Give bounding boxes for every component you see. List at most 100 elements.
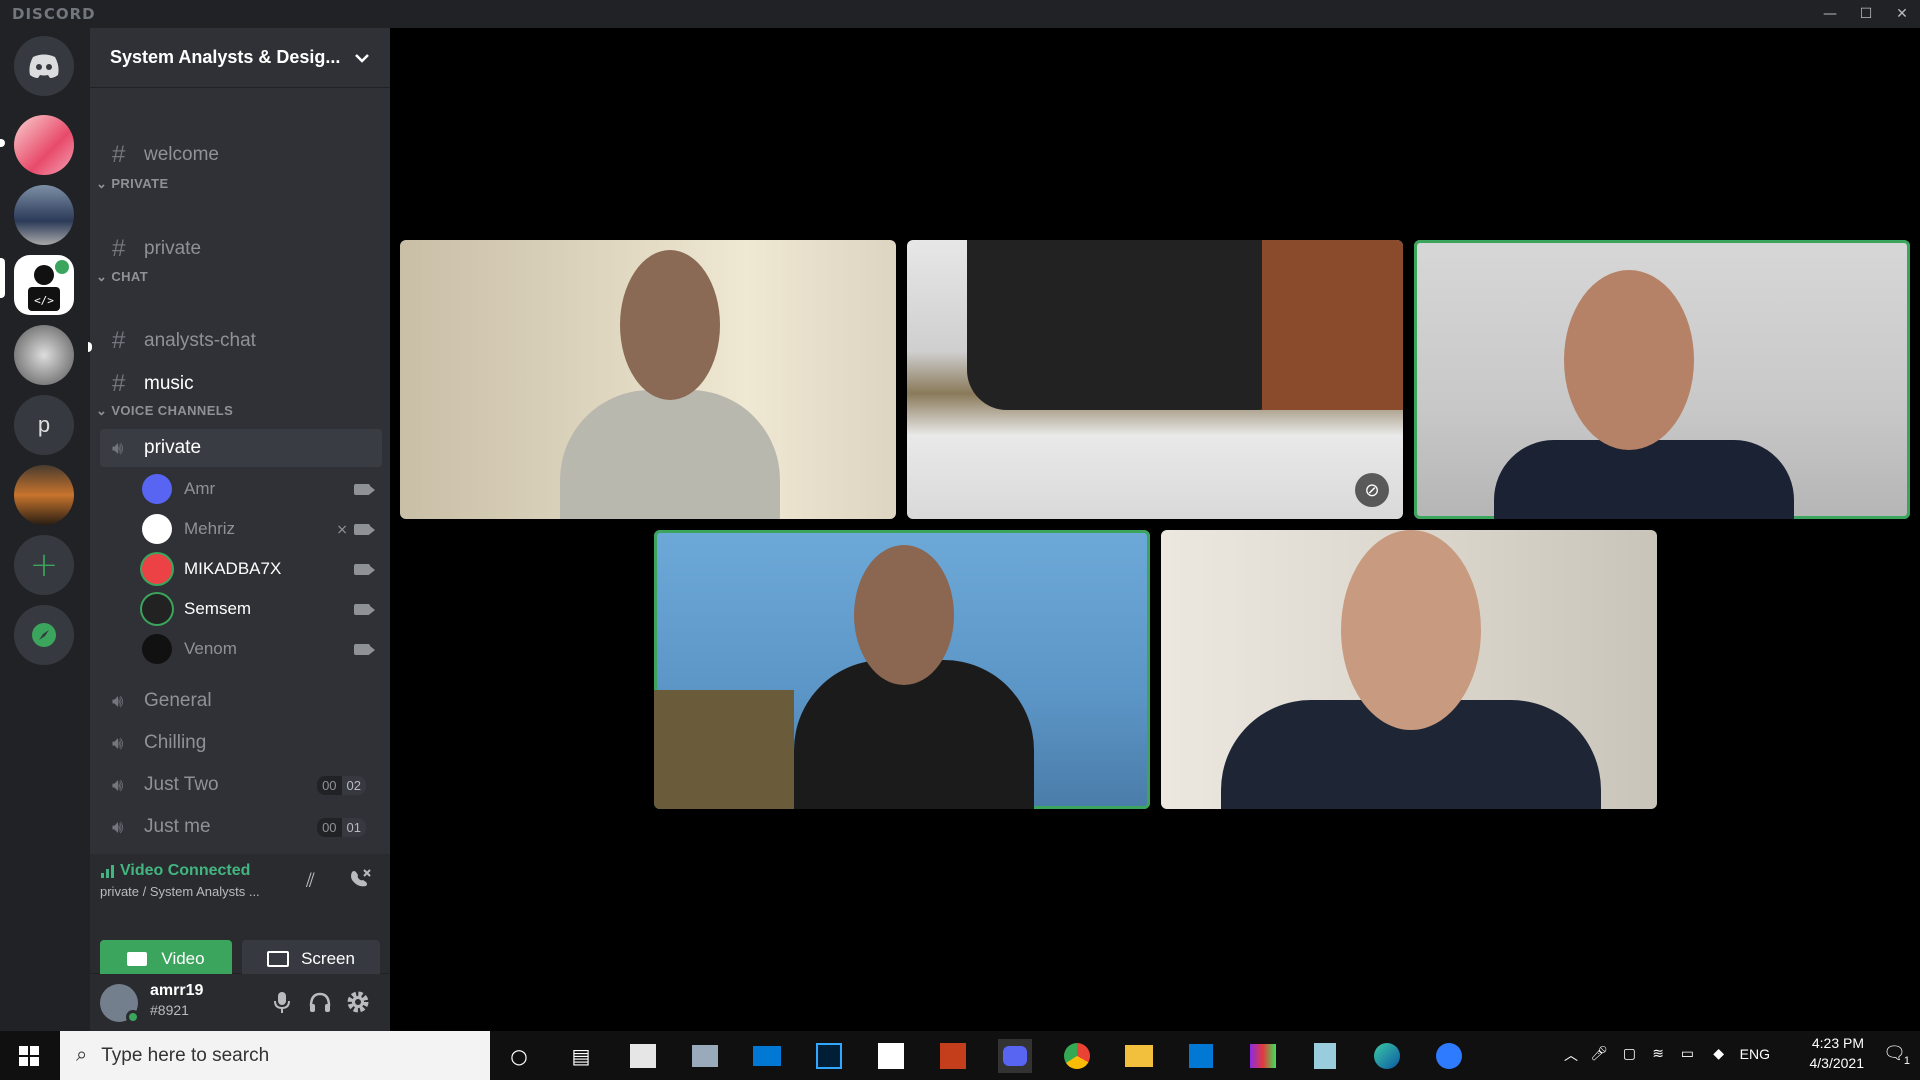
noise-suppression-button[interactable]: ⫽ [306, 868, 315, 892]
voice-member-mehriz[interactable]: Mehriz ⨯ [142, 511, 382, 547]
vscode-app[interactable] [1184, 1039, 1218, 1073]
battery-icon[interactable]: ▭ [1681, 1045, 1694, 1062]
file-explorer-app[interactable] [1122, 1039, 1156, 1073]
channel-label: private [144, 437, 202, 458]
taskbar-app-5[interactable] [874, 1039, 908, 1073]
channel-label: General [144, 690, 212, 711]
channel-music[interactable]: # music [100, 365, 382, 403]
voice-channel-just-me[interactable]: 🔊︎ Just me 00 01 [100, 808, 382, 846]
mic-muted-icon: ⨯ [336, 520, 348, 537]
voice-channel-just-two[interactable]: 🔊︎ Just Two 00 02 [100, 766, 382, 804]
server-icon-p[interactable]: p [14, 395, 74, 455]
chrome-app[interactable] [1060, 1039, 1094, 1073]
voice-connection-panel: Video Connected private / System Analyst… [90, 854, 390, 978]
connection-status[interactable]: Video Connected [100, 862, 250, 880]
server-header[interactable]: System Analysts & Desig... [90, 28, 390, 88]
mail-app[interactable] [750, 1039, 784, 1073]
category-chat[interactable]: ⌄ CHAT [96, 269, 148, 285]
server-name: System Analysts & Desig... [110, 47, 341, 67]
wifi-icon[interactable]: ≋ [1652, 1045, 1664, 1062]
photoshop-app[interactable] [812, 1039, 846, 1073]
no-camera-icon: ⊘ [1364, 479, 1380, 501]
notification-count: 1 [1903, 1055, 1910, 1067]
mute-button[interactable] [268, 988, 296, 1016]
server-icon-1[interactable] [14, 115, 74, 175]
app-icon [1436, 1043, 1462, 1069]
discord-taskbar-app[interactable] [998, 1039, 1032, 1073]
winrar-app[interactable] [1246, 1039, 1280, 1073]
minimize-button[interactable]: — [1812, 0, 1848, 28]
channel-sidebar: System Analysts & Desig... # welcome ⌄ P… [88, 28, 390, 1031]
notifications-button[interactable]: 🗨︎ 1 [1883, 1043, 1910, 1067]
channel-label: Just Two [144, 774, 219, 795]
voice-member-mikadba7x[interactable]: MIKADBA7X [142, 551, 382, 587]
add-server-button[interactable]: + [14, 535, 74, 595]
selected-indicator [0, 258, 5, 298]
cortana-button[interactable]: ○ [502, 1039, 536, 1073]
category-private[interactable]: ⌄ PRIVATE [96, 176, 169, 192]
edge-app[interactable] [1370, 1039, 1404, 1073]
store-icon [630, 1044, 656, 1068]
task-view-button[interactable]: ▤ [564, 1039, 598, 1073]
chrome-icon [1064, 1043, 1090, 1069]
phone-disconnect-icon [351, 869, 371, 887]
category-voice[interactable]: ⌄ VOICE CHANNELS [96, 403, 233, 419]
speaker-icon: 🔊︎ [112, 732, 124, 753]
voice-member-venom[interactable]: Venom [142, 631, 382, 667]
voice-channel-chilling[interactable]: 🔊︎ Chilling [100, 724, 382, 762]
video-tile-2[interactable]: ⊘ [907, 240, 1403, 519]
explore-servers-button[interactable] [14, 605, 74, 665]
member-name: MIKADBA7X [184, 559, 282, 578]
voice-channel-private[interactable]: 🔊︎ private [100, 429, 382, 467]
screen-share-button[interactable]: Screen [242, 940, 380, 978]
camera-tray-icon[interactable]: ▢ [1623, 1045, 1636, 1062]
video-tile-4[interactable] [654, 530, 1150, 809]
disconnect-button[interactable] [348, 866, 372, 894]
channel-analysts-chat[interactable]: # analysts-chat [100, 322, 382, 360]
server-icon-4[interactable] [14, 325, 74, 385]
camera-icon [354, 643, 375, 655]
server-icon-selected[interactable]: </> [14, 255, 74, 315]
start-button[interactable] [12, 1039, 46, 1073]
dropbox-icon[interactable]: ◆ [1713, 1045, 1724, 1062]
search-placeholder: Type here to search [101, 1044, 270, 1066]
voice-member-semsem[interactable]: Semsem [142, 591, 382, 627]
connection-location[interactable]: private / System Analysts ... [100, 884, 260, 899]
avatar[interactable] [100, 984, 140, 1024]
clock-date: 4/3/2021 [1809, 1055, 1865, 1071]
avatar [142, 474, 172, 504]
chevron-up-icon[interactable]: ︿ [1564, 1045, 1578, 1065]
user-settings-button[interactable] [344, 988, 372, 1016]
camera-icon [354, 563, 375, 575]
channel-private[interactable]: # private [100, 230, 382, 268]
video-tile-1[interactable] [400, 240, 896, 519]
taskbar-search[interactable]: ⌕ Type here to search [60, 1031, 490, 1080]
microphone-tray-icon[interactable]: 🎤︎ [1590, 1045, 1608, 1062]
powerpoint-app[interactable] [936, 1039, 970, 1073]
taskbar-app-15[interactable] [1432, 1039, 1466, 1073]
server-icon-2[interactable] [14, 185, 74, 245]
gear-icon [347, 991, 369, 1013]
video-off-indicator: ⊘ [1355, 473, 1389, 507]
plus-icon: + [29, 545, 59, 585]
voice-member-amr[interactable]: Amr [142, 471, 382, 507]
channel-label: music [144, 373, 194, 394]
category-label: PRIVATE [111, 176, 169, 191]
store-app[interactable] [626, 1039, 660, 1073]
taskbar-app-13[interactable] [1308, 1039, 1342, 1073]
svg-text:</>: </> [34, 294, 54, 307]
voice-channel-general[interactable]: 🔊︎ General [100, 682, 382, 720]
home-button[interactable] [14, 36, 74, 96]
unread-indicator [0, 139, 5, 147]
language-indicator[interactable]: ENG [1740, 1046, 1770, 1062]
video-button[interactable]: Video [100, 940, 232, 978]
video-tile-5[interactable] [1161, 530, 1657, 809]
channel-welcome[interactable]: # welcome [100, 136, 382, 174]
taskbar-app-2[interactable] [688, 1039, 722, 1073]
deafen-button[interactable] [306, 988, 334, 1016]
close-button[interactable]: ✕ [1884, 0, 1920, 28]
video-tile-3[interactable] [1414, 240, 1910, 519]
clock[interactable]: 4:23 PM 4/3/2021 [1810, 1035, 1865, 1071]
maximize-button[interactable]: ☐ [1848, 0, 1884, 28]
server-icon-6[interactable] [14, 465, 74, 525]
